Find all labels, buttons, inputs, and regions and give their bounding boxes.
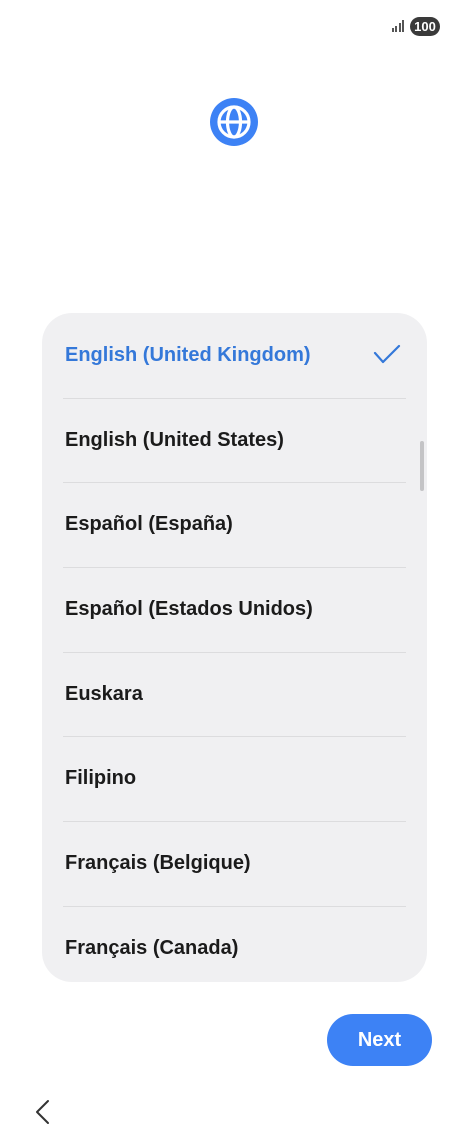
language-item-euskara[interactable]: Euskara xyxy=(42,651,427,737)
language-label: Euskara xyxy=(65,682,143,705)
checkmark-icon xyxy=(373,344,401,364)
language-item-espanol-estados-unidos[interactable]: Español (Estados Unidos) xyxy=(42,567,427,652)
language-item-francais-canada[interactable]: Français (Canada) xyxy=(42,905,427,982)
back-arrow-icon[interactable] xyxy=(32,1098,54,1126)
language-item-francais-belgique[interactable]: Français (Belgique) xyxy=(42,821,427,906)
list-scrollbar[interactable] xyxy=(420,441,424,491)
language-label: Español (España) xyxy=(65,513,233,536)
language-item-english-uk[interactable]: English (United Kingdom) xyxy=(42,313,427,398)
status-bar: 100 xyxy=(391,14,440,38)
language-label: Français (Belgique) xyxy=(65,851,251,874)
language-label: English (United States) xyxy=(65,428,284,451)
language-item-filipino[interactable]: Filipino xyxy=(42,736,427,821)
language-label: Filipino xyxy=(65,767,137,790)
language-label: Español (Estados Unidos) xyxy=(65,597,313,620)
language-list: English (United Kingdom) English (United… xyxy=(42,313,427,982)
language-item-espanol-espana[interactable]: Español (España) xyxy=(42,482,427,567)
language-item-english-us[interactable]: English (United States) xyxy=(42,397,427,483)
globe-icon xyxy=(210,98,258,146)
battery-level: 100 xyxy=(410,16,440,36)
signal-icon xyxy=(391,20,404,32)
language-list-card: English (United Kingdom) English (United… xyxy=(42,313,427,982)
language-label: Français (Canada) xyxy=(65,936,239,959)
language-selection-screen: 100 English (United Kingdom) English (Un… xyxy=(0,0,468,1144)
next-button[interactable]: Next xyxy=(327,1014,432,1066)
language-label: English (United Kingdom) xyxy=(65,343,311,366)
